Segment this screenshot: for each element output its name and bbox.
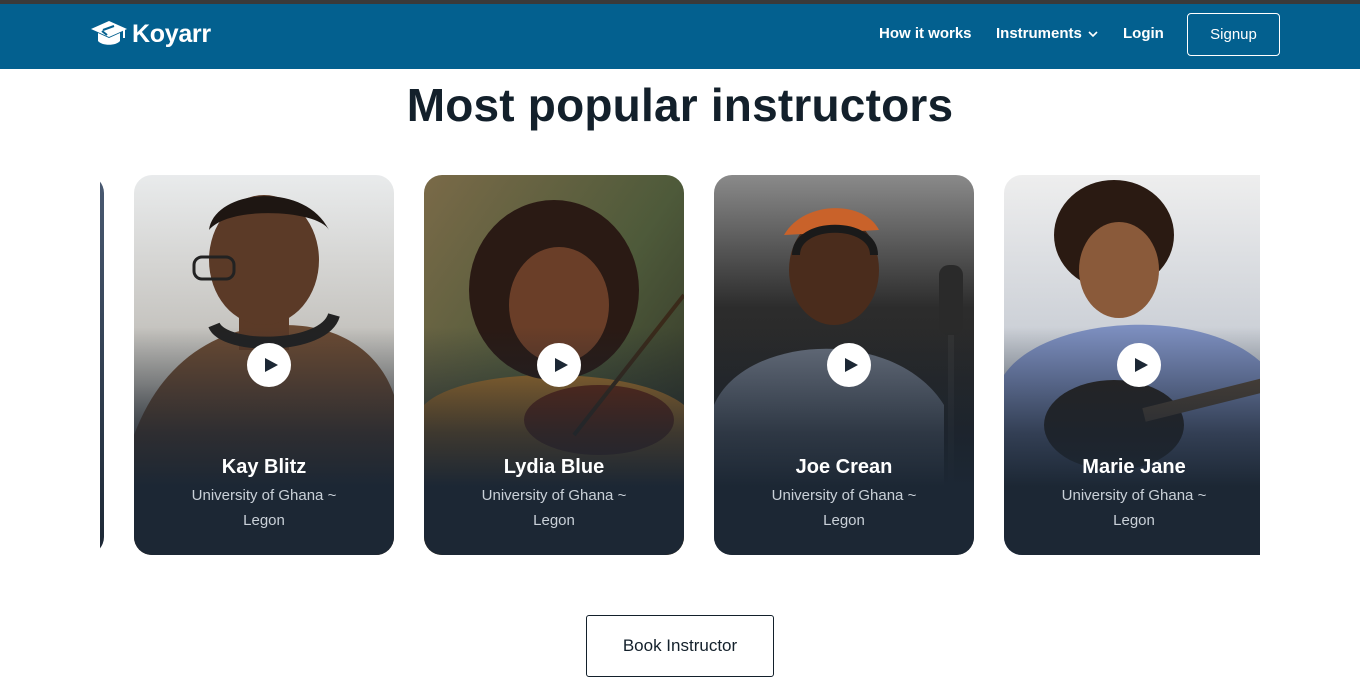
nav-instruments-label: Instruments <box>996 25 1082 42</box>
brand-name: Koyarr <box>132 19 211 48</box>
play-video-button[interactable] <box>537 343 581 387</box>
instructor-card[interactable]: Kay Blitz University of Ghana ~ Legon <box>134 175 394 555</box>
instructor-name: Marie Jane <box>1082 456 1186 478</box>
instructor-card-partial[interactable] <box>100 175 104 555</box>
instructor-name: Lydia Blue <box>503 456 605 478</box>
instructor-card[interactable]: Marie Jane University of Ghana ~ Legon <box>1004 175 1260 555</box>
book-instructor-button[interactable]: Book Instructor <box>586 615 774 677</box>
top-navbar: Koyarr How it works Instruments Login Si… <box>0 4 1360 69</box>
instructor-card[interactable]: Joe Crean University of Ghana ~ Legon <box>714 175 974 555</box>
instructor-name: Kay Blitz <box>221 456 307 478</box>
instructor-name: Joe Crean <box>795 456 893 478</box>
nav-instruments-dropdown[interactable]: Instruments <box>996 25 1099 42</box>
play-video-button[interactable] <box>827 343 871 387</box>
instructor-carousel[interactable]: Kay Blitz University of Ghana ~ Legon Ly… <box>100 175 1260 555</box>
instructor-school: University of Ghana ~ Legon <box>771 487 917 529</box>
instructor-card[interactable]: Lydia Blue University of Ghana ~ Legon <box>424 175 684 555</box>
section-heading: Most popular instructors <box>406 79 954 131</box>
brand-logo[interactable]: Koyarr <box>90 18 211 50</box>
graduation-cap-logo-icon <box>91 21 127 45</box>
play-icon <box>844 358 858 372</box>
play-video-button[interactable] <box>1117 343 1161 387</box>
instructor-school: University of Ghana ~ Legon <box>1061 487 1207 529</box>
nav-login-link[interactable]: Login <box>1123 25 1164 42</box>
chevron-down-icon <box>1088 30 1098 37</box>
play-video-button[interactable] <box>247 343 291 387</box>
instructor-photo <box>100 175 104 555</box>
play-icon <box>264 358 278 372</box>
nav-how-it-works-link[interactable]: How it works <box>879 25 972 42</box>
play-icon <box>554 358 568 372</box>
instructor-school: University of Ghana ~ Legon <box>481 487 627 529</box>
signup-button[interactable]: Signup <box>1187 13 1280 56</box>
instructor-school: University of Ghana ~ Legon <box>191 487 337 529</box>
play-icon <box>1134 358 1148 372</box>
